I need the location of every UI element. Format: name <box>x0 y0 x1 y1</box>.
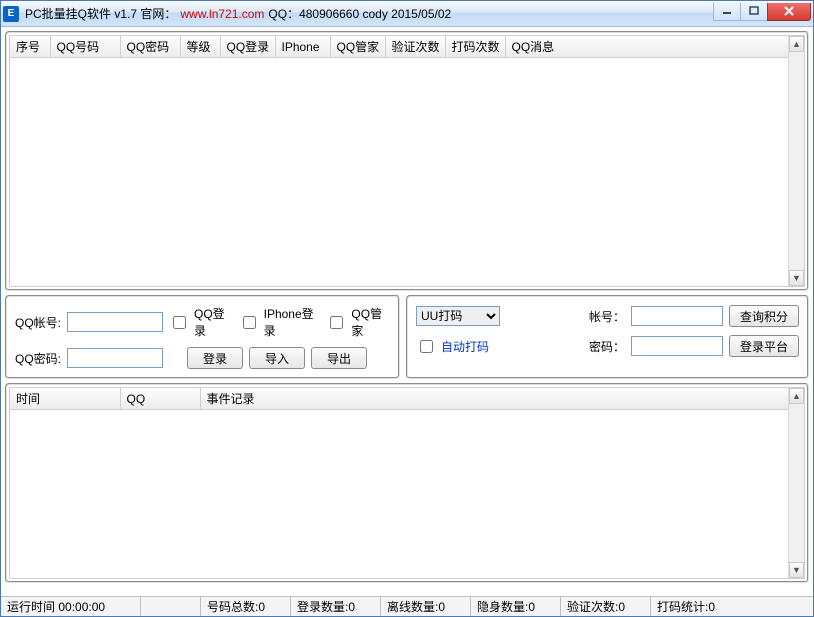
scroll-up-icon[interactable]: ▲ <box>789 36 804 52</box>
import-button[interactable]: 导入 <box>249 347 305 369</box>
app-icon: E <box>3 6 19 22</box>
qq-account-input[interactable] <box>67 312 163 332</box>
col-qq-message[interactable]: QQ消息 <box>505 36 804 58</box>
query-points-button[interactable]: 查询积分 <box>729 305 799 327</box>
manager-checkbox-label: QQ管家 <box>351 305 390 339</box>
login-platform-button[interactable]: 登录平台 <box>729 335 799 357</box>
captcha-provider-select[interactable]: UU打码 <box>416 306 500 326</box>
manager-checkbox-wrap[interactable]: QQ管家 <box>326 305 390 339</box>
log-col-event[interactable]: 事件记录 <box>200 388 804 410</box>
log-col-time[interactable]: 时间 <box>10 388 120 410</box>
platform-password-label: 密码： <box>589 338 625 355</box>
log-scrollbar[interactable]: ▲ ▼ <box>788 388 804 578</box>
titlebar[interactable]: E PC批量挂Q软件 v1.7 官网： www.ln721.com QQ：480… <box>1 1 813 27</box>
platform-account-input[interactable] <box>631 306 723 326</box>
log-col-qq[interactable]: QQ <box>120 388 200 410</box>
qq-account-label: QQ帐号: <box>15 314 61 331</box>
status-login-count: 登录数量:0 <box>291 597 381 616</box>
login-button[interactable]: 登录 <box>187 347 243 369</box>
window-title-prefix: PC批量挂Q软件 v1.7 官网： <box>25 5 176 22</box>
status-total: 号码总数:0 <box>201 597 291 616</box>
scroll-up-icon[interactable]: ▲ <box>789 388 804 404</box>
col-qq-number[interactable]: QQ号码 <box>50 36 120 58</box>
col-qq-password[interactable]: QQ密码 <box>120 36 180 58</box>
qq-password-label: QQ密码: <box>15 350 61 367</box>
accounts-list-panel: 序号 QQ号码 QQ密码 等级 QQ登录 IPhone QQ管家 验证次数 打码… <box>5 31 809 291</box>
qq-login-checkbox-wrap[interactable]: QQ登录 <box>169 305 233 339</box>
scroll-down-icon[interactable]: ▼ <box>789 270 804 286</box>
col-qq-manager[interactable]: QQ管家 <box>330 36 385 58</box>
manager-checkbox[interactable] <box>330 316 343 329</box>
col-verify-count[interactable]: 验证次数 <box>385 36 445 58</box>
log-table[interactable]: 时间 QQ 事件记录 <box>10 388 804 410</box>
client-area: 序号 QQ号码 QQ密码 等级 QQ登录 IPhone QQ管家 验证次数 打码… <box>1 27 813 596</box>
platform-account-label: 帐号： <box>589 308 625 325</box>
col-qq-login[interactable]: QQ登录 <box>220 36 275 58</box>
main-window: E PC批量挂Q软件 v1.7 官网： www.ln721.com QQ：480… <box>0 0 814 617</box>
col-iphone[interactable]: IPhone <box>275 36 330 58</box>
status-code-count: 打码统计:0 <box>651 597 813 616</box>
login-panel: QQ帐号: QQ登录 IPhone登录 QQ管家 QQ密码: 登录 导入 导出 <box>5 295 400 379</box>
scroll-down-icon[interactable]: ▼ <box>789 562 804 578</box>
iphone-checkbox-label: IPhone登录 <box>264 305 321 339</box>
iphone-checkbox-wrap[interactable]: IPhone登录 <box>239 305 321 339</box>
platform-panel: UU打码 帐号： 查询积分 自动打码 密码： 登录平台 <box>406 295 809 379</box>
qq-password-input[interactable] <box>67 348 163 368</box>
col-code-count[interactable]: 打码次数 <box>445 36 505 58</box>
auto-code-checkbox-wrap[interactable]: 自动打码 <box>416 338 489 355</box>
minimize-button[interactable] <box>713 3 741 21</box>
auto-code-checkbox[interactable] <box>420 340 433 353</box>
close-button[interactable] <box>767 3 811 21</box>
status-gap <box>141 597 201 616</box>
window-title-site: www.ln721.com <box>180 7 264 21</box>
export-button[interactable]: 导出 <box>311 347 367 369</box>
qq-login-checkbox[interactable] <box>173 316 186 329</box>
iphone-checkbox[interactable] <box>243 316 256 329</box>
platform-password-input[interactable] <box>631 336 723 356</box>
status-runtime: 运行时间 00:00:00 <box>1 597 141 616</box>
auto-code-checkbox-label: 自动打码 <box>441 338 489 355</box>
accounts-scrollbar[interactable]: ▲ ▼ <box>788 36 804 286</box>
window-title-rest: QQ：480906660 cody 2015/05/02 <box>268 5 451 22</box>
log-panel: 时间 QQ 事件记录 ▲ ▼ <box>5 383 809 583</box>
maximize-button[interactable] <box>740 3 768 21</box>
col-index[interactable]: 序号 <box>10 36 50 58</box>
col-level[interactable]: 等级 <box>180 36 220 58</box>
status-verify-count: 验证次数:0 <box>561 597 651 616</box>
status-invisible-count: 隐身数量:0 <box>471 597 561 616</box>
statusbar: 运行时间 00:00:00 号码总数:0 登录数量:0 离线数量:0 隐身数量:… <box>1 596 813 616</box>
accounts-table[interactable]: 序号 QQ号码 QQ密码 等级 QQ登录 IPhone QQ管家 验证次数 打码… <box>10 36 804 58</box>
status-offline-count: 离线数量:0 <box>381 597 471 616</box>
qq-login-checkbox-label: QQ登录 <box>194 305 233 339</box>
